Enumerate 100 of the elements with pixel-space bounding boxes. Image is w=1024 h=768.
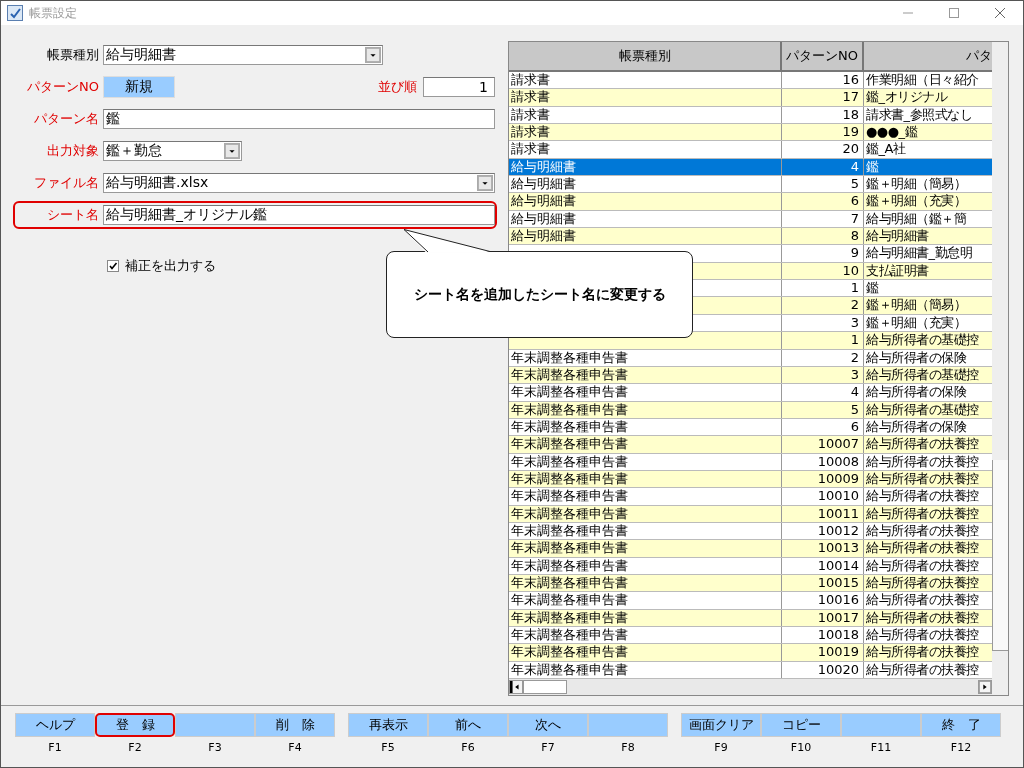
text-field[interactable]: 鑑 [103,109,495,129]
field-label: 帳票種別 [46,46,100,64]
table-cell: 10017 [782,609,864,626]
table-cell: 給与明細書 [509,158,782,176]
table-cell: 請求書 [509,106,782,124]
table-cell: 年末調整各種申告書 [509,609,782,626]
dropdown-field[interactable]: 給与明細書 [103,45,383,65]
table-cell-text: 鑑_オリジナル [865,89,949,106]
table-cell: 給与明細書 [509,176,782,193]
table-row[interactable]: 請求書 20 鑑_A社 [509,141,992,159]
table-row[interactable]: 請求書 17 鑑_オリジナル [509,89,992,107]
dropdown-arrow-icon[interactable] [365,47,381,63]
vertical-scrollbar[interactable] [992,42,1008,695]
table-cell: 年末調整各種申告書 [509,592,782,609]
table-cell-text: 給与所得者の保険 [865,349,968,366]
table-cell: 10012 [782,522,864,540]
table-cell: 年末調整各種申告書 [509,644,782,661]
table-cell: 年末調整各種申告書 [509,401,782,418]
checkbox[interactable] [107,260,119,272]
table-cell: 1 [782,332,864,349]
function-button[interactable]: 削 除 [255,713,335,737]
horizontal-scrollbar[interactable] [509,679,992,696]
table-cell: 10010 [782,488,864,505]
table-cell-text: 給与所得者の扶養控 [865,644,980,661]
field-label: パターン名 [33,110,100,128]
table-cell: 1 [782,280,864,297]
table-cell: 6 [782,418,864,436]
table-cell-text: 給与所得者の扶養控 [865,470,980,488]
number-field[interactable]: 1 [423,77,495,97]
table-row[interactable]: 年末調整各種申告書 4 給与所得者の保険 [509,384,992,402]
table-cell: 年末調整各種申告書 [509,453,782,470]
table-cell: 請求書 [509,89,782,106]
table-row[interactable]: 給与明細書 8 給与明細書 [509,228,992,246]
table-cell-text: 鑑＋明細（簡易） [865,176,967,193]
table-cell: 10018 [782,627,864,644]
table-row[interactable]: 年末調整各種申告書 10016 給与所得者の扶養控 [509,592,992,610]
table-cell: 年末調整各種申告書 [509,574,782,592]
table-cell-text: 給与所得者の扶養控 [865,609,980,626]
table-row[interactable]: 請求書 16 作業明細（日々紹介 [509,72,992,90]
text-field[interactable]: 給与明細書_オリジナル鑑 [103,205,495,225]
dropdown-arrow-icon[interactable] [224,143,240,159]
table-cell: 年末調整各種申告書 [509,366,782,384]
table-row[interactable]: 年末調整各種申告書 10013 給与所得者の扶養控 [509,540,992,558]
function-button[interactable]: 登 録 [95,713,175,737]
table-cell: 10016 [782,592,864,609]
table-cell: 20 [782,141,864,158]
scrollbar-thumb[interactable] [992,460,1008,651]
close-icon[interactable] [995,8,1005,18]
table-cell: 10008 [782,453,864,470]
scrollbar-thumb[interactable] [523,680,567,695]
table-cell: 10014 [782,557,864,574]
table-cell: 7 [782,210,864,228]
table-cell-text: 鑑 [865,280,880,297]
table-cell-text: 給与所得者の保険 [865,418,968,436]
field-label: パターンNO [26,78,100,96]
scroll-left-icon[interactable] [509,680,523,695]
table-cell-text: 給与所得者の扶養控 [865,522,980,540]
table-row[interactable]: 年末調整各種申告書 10018 給与所得者の扶養控 [509,627,992,645]
table-cell-text: 給与所得者の扶養控 [865,592,980,609]
table-row[interactable]: 給与明細書 5 鑑＋明細（簡易） [509,176,992,194]
table-cell: 請求書 [509,141,782,158]
scroll-right-icon[interactable] [978,680,992,695]
table-cell: 年末調整各種申告書 [509,627,782,644]
table-cell: 10020 [782,661,864,679]
table-cell: 6 [782,193,864,210]
function-button[interactable]: 次へ [508,713,588,737]
table-cell-text: 給与明細書 [865,228,930,245]
table-cell: 10019 [782,644,864,661]
table-cell-text: 給与明細書_勤怠明 [865,245,973,262]
dropdown-field[interactable]: 鑑＋勤怠 [103,141,242,161]
function-button[interactable]: 画面クリア [681,713,761,737]
table-cell: 10009 [782,470,864,488]
key-label: F11 [870,741,892,754]
table-cell-text: 給与所得者の扶養控 [865,488,980,505]
dropdown-field[interactable]: 給与明細書.xlsx [103,173,495,193]
table-cell: 請求書 [509,72,782,89]
table-cell: 10011 [782,505,864,522]
table-row[interactable]: 年末調整各種申告書 10010 給与所得者の扶養控 [509,488,992,506]
table-cell-text: 給与所得者の扶養控 [865,574,980,592]
table-cell: 10 [782,262,864,280]
table-cell-text: 給与所得者の基礎控 [865,332,980,349]
window-title: 帳票設定 [29,4,78,22]
table-cell: 給与明細書 [509,193,782,210]
function-button[interactable]: ヘルプ [15,713,95,737]
function-button[interactable]: コピー [761,713,841,737]
function-button[interactable]: 再表示 [348,713,428,737]
function-button[interactable]: 前へ [428,713,508,737]
table-row[interactable]: 年末調整各種申告書 10019 給与所得者の扶養控 [509,644,992,662]
table-cell-text: 鑑_A社 [865,141,907,158]
table-cell-text: 鑑＋明細（充実） [865,193,967,210]
key-label: F2 [128,741,142,754]
table-cell-text: 作業明細（日々紹介 [865,72,980,89]
dropdown-arrow-icon[interactable] [477,175,493,191]
table-row[interactable]: 請求書 19 ●●●_鑑 [509,124,992,142]
maximize-icon[interactable] [949,8,959,18]
table-row[interactable]: 給与明細書 6 鑑＋明細（充実） [509,193,992,211]
table-row[interactable]: 年末調整各種申告書 10007 給与所得者の扶養控 [509,436,992,454]
table-cell: 年末調整各種申告書 [509,488,782,505]
function-button[interactable]: 終 了 [921,713,1001,737]
table-cell: 8 [782,228,864,245]
